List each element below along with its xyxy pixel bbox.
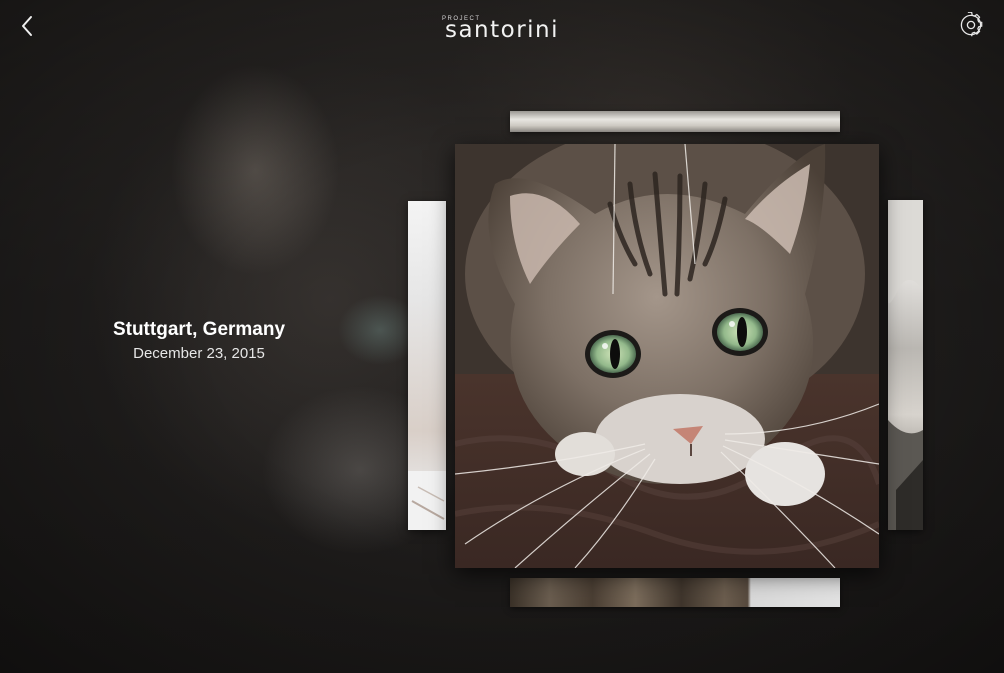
main-photo[interactable] [455,144,879,568]
photo-info: Stuttgart, Germany December 23, 2015 [90,318,308,364]
photo-date: December 23, 2015 [133,345,265,362]
cat-photo [455,144,879,568]
back-button[interactable] [14,12,40,40]
brand-name: santorini [444,17,560,43]
chevron-left-icon [22,16,32,36]
gear-icon [960,12,983,37]
photo-thumbnail-right [888,200,923,530]
photo-thumbnail-left [408,471,446,530]
app-logo: PROJECT santorini [402,14,602,43]
brand-prefix: PROJECT [442,16,481,22]
previous-photo-left[interactable] [408,201,446,530]
next-photo-bottom[interactable] [510,578,840,607]
settings-button[interactable] [956,10,986,40]
location-title: Stuttgart, Germany [112,319,286,340]
previous-photo-top[interactable] [510,111,840,132]
next-photo-right[interactable] [888,200,923,530]
